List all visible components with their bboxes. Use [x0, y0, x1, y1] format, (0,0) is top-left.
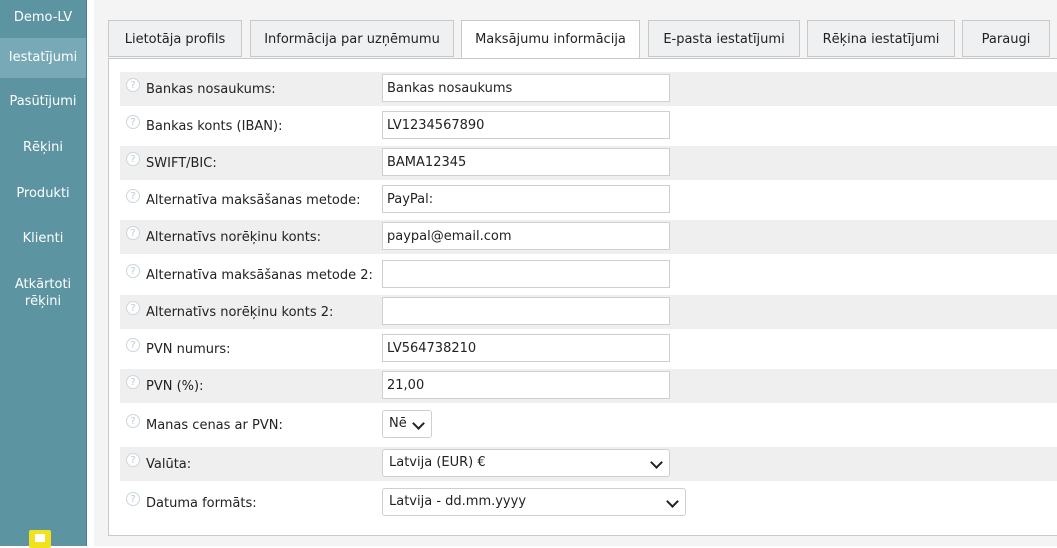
sidebar-item-settings[interactable]: Iestatījumi [0, 38, 86, 78]
vat-number-label: PVN numurs: [146, 342, 231, 357]
question-circle-icon[interactable]: ? [126, 492, 140, 506]
alt-method-2-label: Alternatīva maksāšanas metode 2: [146, 268, 373, 283]
bank-account-input[interactable] [382, 111, 670, 139]
row-alt-method-2: ? Alternatīva maksāšanas metode 2: [120, 258, 1057, 292]
currency-select[interactable]: Latvija (EUR) € [382, 449, 670, 477]
sidebar-item-orders[interactable]: Pasūtījumi [0, 84, 86, 120]
logout-icon[interactable] [29, 530, 51, 548]
question-circle-icon[interactable]: ? [126, 226, 140, 240]
question-circle-icon[interactable]: ? [126, 264, 140, 278]
vat-percent-input[interactable] [382, 371, 670, 399]
alt-account-2-label: Alternatīvs norēķinu konts 2: [146, 305, 334, 320]
prices-with-vat-value: Nē [389, 416, 407, 431]
prices-with-vat-label: Manas cenas ar PVN: [146, 418, 283, 433]
chevron-down-icon [650, 456, 663, 469]
sidebar-item-recurring-invoices[interactable]: Atkārtoti rēķini [8, 276, 78, 310]
question-circle-icon[interactable]: ? [126, 453, 140, 467]
tab-payment-info[interactable]: Maksājumu informācija [461, 20, 640, 59]
brand-label[interactable]: Demo-LV [0, 0, 86, 32]
question-circle-icon[interactable]: ? [126, 375, 140, 389]
currency-label: Valūta: [146, 457, 192, 472]
question-circle-icon[interactable]: ? [126, 301, 140, 315]
alt-account-input[interactable] [382, 222, 670, 250]
row-vat-percent: ? PVN (%): [120, 369, 1057, 403]
chevron-down-icon [666, 495, 679, 508]
alt-account-2-input[interactable] [382, 297, 670, 325]
question-circle-icon[interactable]: ? [126, 115, 140, 129]
row-vat-number: ? PVN numurs: [120, 332, 1057, 366]
tab-user-profile[interactable]: Lietotāja profils [108, 20, 242, 57]
alt-method-input[interactable] [382, 185, 670, 213]
row-alt-account-2: ? Alternatīvs norēķinu konts 2: [120, 295, 1057, 329]
date-format-value: Latvija - dd.mm.yyyy [389, 494, 527, 509]
currency-value: Latvija (EUR) € [389, 455, 486, 470]
row-currency: ? Valūta: Latvija (EUR) € [120, 447, 1057, 481]
row-alt-account: ? Alternatīvs norēķinu konts: [120, 220, 1057, 254]
question-circle-icon[interactable]: ? [126, 189, 140, 203]
alt-method-label: Alternatīva maksāšanas metode: [146, 193, 361, 208]
sidebar: Demo-LV Iestatījumi Pasūtījumi Rēķini Pr… [0, 0, 87, 548]
row-bank-account: ? Bankas konts (IBAN): [120, 109, 1057, 143]
row-bank-name: ? Bankas nosaukums: [120, 72, 1057, 106]
swift-label: SWIFT/BIC: [146, 156, 217, 171]
bank-name-input[interactable] [382, 74, 670, 102]
question-circle-icon[interactable]: ? [126, 152, 140, 166]
date-format-label: Datuma formāts: [146, 496, 257, 511]
bank-name-label: Bankas nosaukums: [146, 82, 276, 97]
tab-invoice-settings[interactable]: Rēķina iestatījumi [807, 20, 955, 57]
vat-percent-label: PVN (%): [146, 379, 204, 394]
question-circle-icon[interactable]: ? [126, 78, 140, 92]
alt-method-2-input[interactable] [382, 260, 670, 288]
tab-company-info[interactable]: Informācija par uzņēmumu [250, 20, 454, 57]
tab-email-settings[interactable]: E-pasta iestatījumi [648, 20, 800, 57]
row-alt-method: ? Alternatīva maksāšanas metode: [120, 183, 1057, 217]
alt-account-label: Alternatīvs norēķinu konts: [146, 230, 322, 245]
sidebar-item-clients[interactable]: Klienti [0, 221, 86, 257]
vat-number-input[interactable] [382, 334, 670, 362]
prices-with-vat-select[interactable]: Nē [382, 410, 432, 438]
row-prices-with-vat: ? Manas cenas ar PVN: Nē [120, 408, 1057, 442]
question-circle-icon[interactable]: ? [126, 338, 140, 352]
bank-account-label: Bankas konts (IBAN): [146, 119, 283, 134]
row-date-format: ? Datuma formāts: Latvija - dd.mm.yyyy [120, 486, 1057, 520]
swift-input[interactable] [382, 148, 670, 176]
sidebar-item-products[interactable]: Produkti [0, 176, 86, 212]
question-circle-icon[interactable]: ? [126, 414, 140, 428]
date-format-select[interactable]: Latvija - dd.mm.yyyy [382, 488, 686, 516]
chevron-down-icon [412, 417, 425, 430]
sidebar-item-invoices[interactable]: Rēķini [0, 130, 86, 166]
row-swift: ? SWIFT/BIC: [120, 146, 1057, 180]
tab-templates[interactable]: Paraugi [962, 20, 1050, 57]
